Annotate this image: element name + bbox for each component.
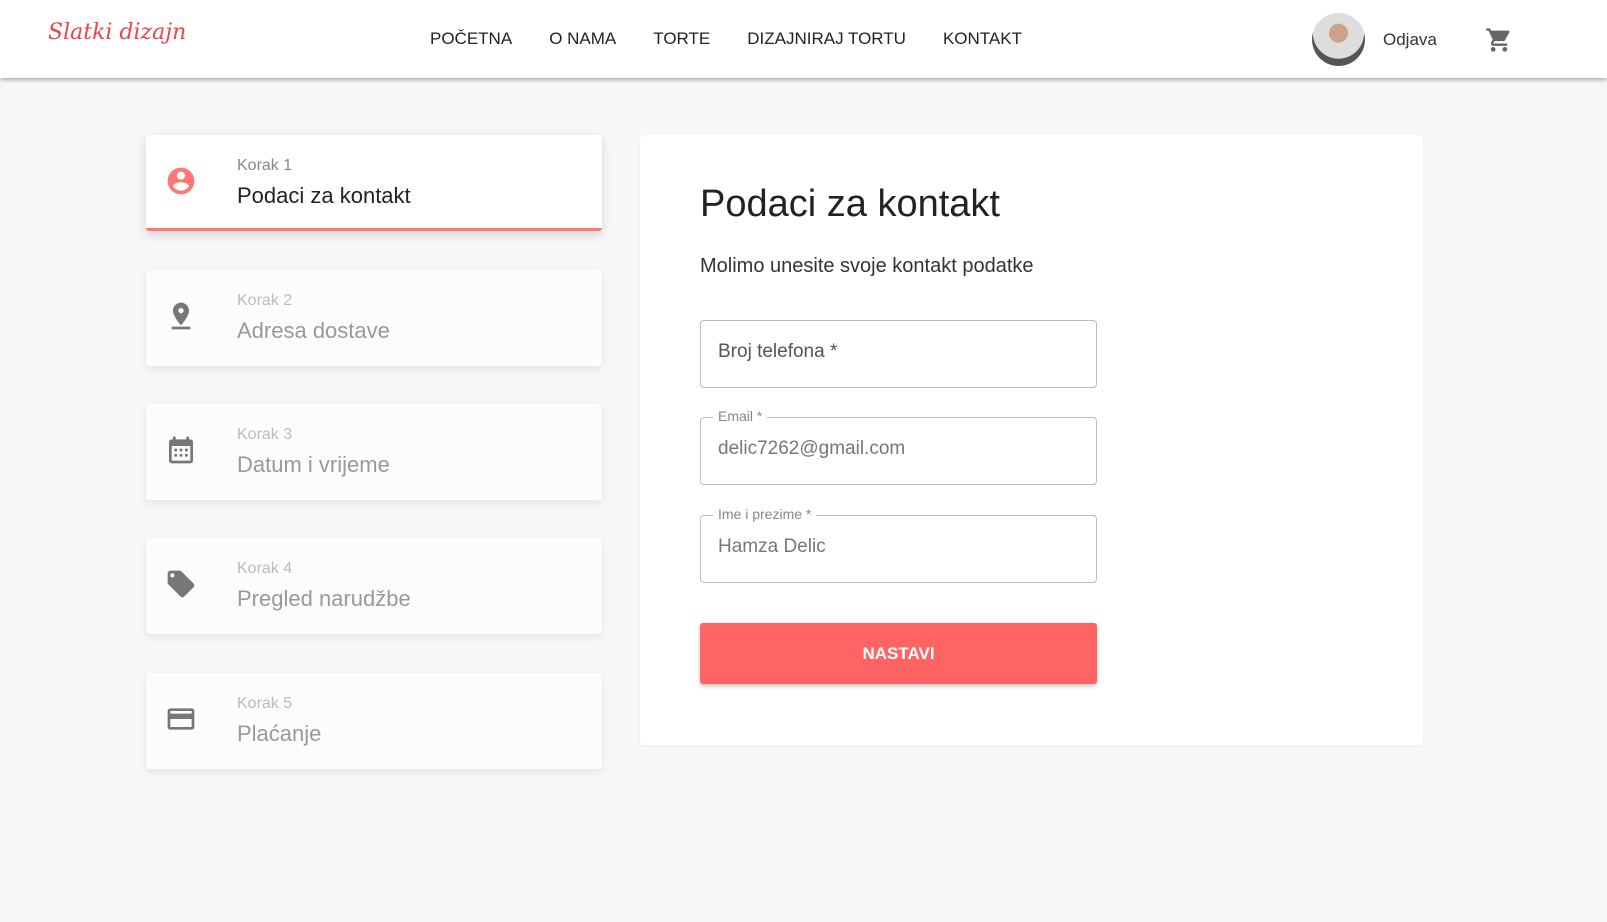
step-1[interactable]: Korak 1 Podaci za kontakt (146, 135, 602, 231)
step-5[interactable]: Korak 5 Plaćanje (146, 673, 602, 769)
name-label: Ime i prezime * (713, 506, 817, 522)
tag-icon (167, 570, 195, 598)
nav-cakes[interactable]: TORTE (653, 29, 710, 49)
step-title: Plaćanje (237, 721, 322, 746)
step-number: Korak 1 (237, 157, 293, 174)
step-2[interactable]: Korak 2 Adresa dostave (146, 270, 602, 366)
nav-home[interactable]: POČETNA (430, 29, 512, 49)
email-input[interactable] (718, 438, 1078, 460)
name-field[interactable]: Ime i prezime * (700, 506, 1097, 583)
step-title: Adresa dostave (237, 318, 390, 343)
step-number: Korak 4 (237, 560, 293, 577)
step-3[interactable]: Korak 3 Datum i vrijeme (146, 404, 602, 500)
phone-input[interactable] (718, 341, 1078, 363)
credit-card-icon (167, 708, 195, 730)
cart-icon[interactable] (1485, 26, 1513, 59)
contact-form-card: Podaci za kontakt Molimo unesite svoje k… (640, 135, 1423, 745)
step-title: Pregled narudžbe (237, 586, 411, 611)
logo[interactable]: Slatki dizajn (48, 20, 186, 45)
step-number: Korak 2 (237, 292, 293, 309)
calendar-icon (169, 436, 193, 464)
location-pin-icon (171, 302, 191, 330)
avatar[interactable] (1312, 13, 1365, 66)
step-number: Korak 5 (237, 695, 293, 712)
continue-button[interactable]: NASTAVI (700, 623, 1097, 684)
form-subtitle: Molimo unesite svoje kontakt podatke (700, 255, 1034, 277)
step-title: Podaci za kontakt (237, 183, 411, 208)
account-circle-icon (167, 167, 195, 195)
nav-contact[interactable]: KONTAKT (943, 29, 1022, 49)
step-number: Korak 3 (237, 426, 293, 443)
phone-field[interactable] (700, 320, 1097, 388)
navbar: Slatki dizajn POČETNA O NAMA TORTE DIZAJ… (0, 0, 1607, 78)
logout-link[interactable]: Odjava (1383, 30, 1437, 50)
email-label: Email * (713, 408, 768, 424)
step-4[interactable]: Korak 4 Pregled narudžbe (146, 538, 602, 634)
nav-about[interactable]: O NAMA (549, 29, 616, 49)
nav-links: POČETNA O NAMA TORTE DIZAJNIRAJ TORTU KO… (430, 29, 1022, 49)
form-title: Podaci za kontakt (700, 183, 1000, 225)
email-field[interactable]: Email * (700, 408, 1097, 485)
step-title: Datum i vrijeme (237, 452, 390, 477)
name-input[interactable] (718, 536, 1078, 558)
nav-design-cake[interactable]: DIZAJNIRAJ TORTU (747, 29, 906, 49)
